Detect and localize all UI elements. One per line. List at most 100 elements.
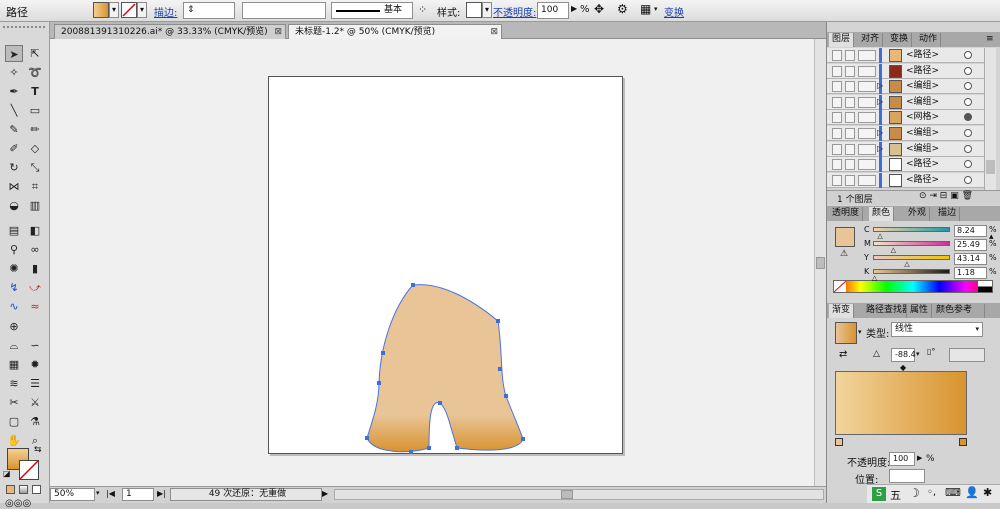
slider-thumb[interactable]: △ xyxy=(891,246,896,254)
gradient-mode-icon[interactable] xyxy=(19,485,28,494)
mesh-grid-tool-icon[interactable]: ▦ xyxy=(5,356,23,373)
target-circle-icon[interactable] xyxy=(964,66,972,75)
target-circle-icon[interactable] xyxy=(964,113,972,122)
column-graph-tool-icon[interactable]: ▮ xyxy=(26,260,44,277)
anchor-point-tool-icon[interactable]: ↯ xyxy=(5,279,23,296)
tab-layers[interactable]: 图层 xyxy=(829,33,855,47)
layer-row[interactable]: ▷ <编组> xyxy=(827,141,995,157)
target-circle-icon[interactable] xyxy=(964,160,972,169)
twirl-tool-icon[interactable]: ∽ xyxy=(26,337,44,354)
channel-slider[interactable]: △ xyxy=(873,241,950,254)
lasso-tool-icon[interactable]: ➰ xyxy=(26,64,44,81)
swap-fill-stroke-icon[interactable]: ⇆ xyxy=(34,445,42,455)
visibility-toggle[interactable] xyxy=(832,112,842,124)
artwork[interactable] xyxy=(269,77,624,455)
tab-stroke[interactable]: 描边 xyxy=(935,207,961,221)
aspect-ratio-field[interactable] xyxy=(949,348,985,362)
symbol-sprayer-tool-icon[interactable]: ✺ xyxy=(5,260,23,277)
convert-anchor-tool-icon[interactable]: ⤻ xyxy=(26,279,44,296)
knife-tool-icon[interactable]: ⚔ xyxy=(26,394,44,411)
channel-slider[interactable]: △ xyxy=(873,255,950,268)
first-page-icon[interactable]: |◀ xyxy=(106,489,115,498)
fill-dropdown[interactable]: ▾ xyxy=(109,2,119,18)
tab-transform[interactable]: 变换 xyxy=(887,33,913,47)
tab-gradient[interactable]: 渐变 xyxy=(829,304,855,318)
visibility-toggle[interactable] xyxy=(832,50,842,61)
stroke-profile-field[interactable]: 基本 xyxy=(331,2,413,19)
fill-swatch[interactable] xyxy=(93,2,109,18)
tab-attributes[interactable]: 属性 xyxy=(907,304,933,318)
lock-toggle[interactable] xyxy=(845,159,855,171)
visibility-toggle[interactable] xyxy=(832,143,842,155)
layer-row[interactable]: ▷ <编组> xyxy=(827,126,995,141)
lock-toggle[interactable] xyxy=(845,112,855,124)
width-tool-icon[interactable]: ⋈ xyxy=(5,178,23,195)
color-spectrum[interactable] xyxy=(833,280,993,293)
eyedropper-alt-tool-icon[interactable]: ⚗ xyxy=(26,413,44,430)
target-circle-icon[interactable] xyxy=(964,51,972,59)
layer-row[interactable]: ▷ <编组> xyxy=(827,94,995,110)
recolor-icon[interactable]: ✥ xyxy=(594,2,604,16)
gradient-stop-end[interactable] xyxy=(959,438,967,446)
keyboard-icon[interactable]: ⌨ xyxy=(945,486,961,499)
align-icon[interactable]: ▦ xyxy=(640,2,651,16)
sogou-ime-icon[interactable]: S xyxy=(872,487,886,501)
scale-tool-icon[interactable]: ⤡ xyxy=(26,159,44,176)
lock-toggle[interactable] xyxy=(845,50,855,61)
channel-value-field[interactable]: 25.49 xyxy=(954,239,987,251)
settings-icon[interactable]: ✱ xyxy=(983,486,992,499)
close-icon[interactable]: ⊠ xyxy=(490,25,498,39)
user-icon[interactable]: 👤 xyxy=(965,486,979,499)
stop-opacity-field[interactable]: 100 xyxy=(889,452,915,466)
layer-row[interactable]: <路径> xyxy=(827,48,995,63)
eyedropper-tool-icon[interactable]: ⚲ xyxy=(5,241,23,258)
drawing-mode-icon[interactable]: ◎◎◎ xyxy=(5,498,31,509)
free-transform-tool-icon[interactable]: ⌗ xyxy=(26,178,44,195)
color-mode-icon[interactable] xyxy=(6,485,15,494)
layer-row[interactable]: <路径> xyxy=(827,172,995,188)
lock-toggle[interactable] xyxy=(845,81,855,93)
artboard-tool-icon[interactable]: ▢ xyxy=(5,413,23,430)
channel-slider[interactable]: △ xyxy=(873,227,950,240)
stroke-link[interactable]: 描边: xyxy=(154,4,177,19)
next-page-icon[interactable]: ▶| xyxy=(157,489,166,498)
scrollbar-thumb[interactable] xyxy=(816,257,825,269)
gradient-swatch-dropdown-icon[interactable]: ▾ xyxy=(858,328,862,336)
visibility-toggle[interactable] xyxy=(832,81,842,93)
pen-tool-icon[interactable]: ✒ xyxy=(5,83,23,100)
black-white-icon[interactable] xyxy=(978,281,992,292)
page-field[interactable]: 1 xyxy=(122,488,154,501)
color-panel-swatch[interactable] xyxy=(835,227,855,247)
mesh-tool-icon[interactable]: ⊕ xyxy=(5,318,23,335)
pencil-tool-icon[interactable]: ✏ xyxy=(26,121,44,138)
crystallize-tool-icon[interactable]: ≋ xyxy=(5,375,23,392)
magic-wand-tool-icon[interactable]: ✧ xyxy=(5,64,23,81)
slider-thumb[interactable]: △ xyxy=(877,232,882,240)
direct-selection-tool-icon[interactable]: ⇱ xyxy=(26,45,44,62)
toolbox-grip[interactable] xyxy=(3,26,45,32)
punctuation-icon[interactable]: ◦, xyxy=(927,487,936,498)
visibility-toggle[interactable] xyxy=(832,128,842,139)
stroke-color-box[interactable] xyxy=(19,460,39,480)
warp-tool-icon[interactable]: ⌓ xyxy=(5,337,23,354)
eraser-tool-icon[interactable]: ◇ xyxy=(26,140,44,157)
default-colors-icon[interactable]: ◪ xyxy=(3,469,11,478)
expand-triangle-icon[interactable]: ▷ xyxy=(877,128,883,137)
lock-toggle[interactable] xyxy=(845,65,855,77)
channel-value-field[interactable]: 8.24 xyxy=(954,225,987,237)
gradient-ramp[interactable] xyxy=(835,371,967,435)
stroke-dropdown[interactable]: ▾ xyxy=(137,2,147,18)
visibility-toggle[interactable] xyxy=(832,159,842,171)
moon-icon[interactable]: ☽ xyxy=(909,486,920,500)
wrinkle-tool-icon[interactable]: ☰ xyxy=(26,375,44,392)
target-circle-icon[interactable] xyxy=(964,82,972,91)
line-tool-icon[interactable]: ╲ xyxy=(5,102,23,119)
rectangle-tool-icon[interactable]: ▭ xyxy=(26,102,44,119)
tab-align[interactable]: 对齐 xyxy=(858,33,884,47)
status-menu-icon[interactable]: ▶ xyxy=(322,489,328,498)
lock-toggle[interactable] xyxy=(845,143,855,155)
expand-triangle-icon[interactable]: ▷ xyxy=(877,81,883,90)
brush-options-icon[interactable]: ⁘ xyxy=(418,3,427,16)
horizontal-scrollbar[interactable] xyxy=(334,489,824,500)
tab-document-2[interactable]: 未标题-1.2* @ 50% (CMYK/预览) ⊠ xyxy=(288,24,502,39)
